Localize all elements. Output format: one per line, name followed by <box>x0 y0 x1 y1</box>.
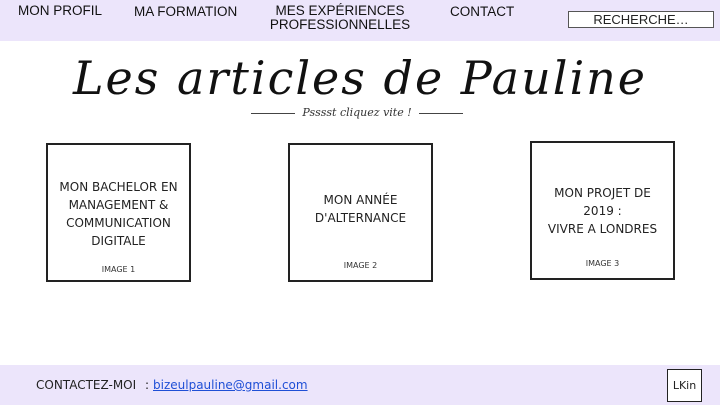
contact-label: CONTACTEZ-MOI <box>36 378 137 392</box>
article-card-title: MON BACHELOR EN MANAGEMENT & COMMUNICATI… <box>59 180 178 248</box>
article-card-bachelor[interactable]: MON BACHELOR EN MANAGEMENT & COMMUNICATI… <box>46 143 191 282</box>
nav-item-contact[interactable]: CONTACT <box>450 5 514 19</box>
subtitle-divider-right <box>419 113 463 114</box>
linkedin-icon[interactable]: LKin <box>667 369 702 402</box>
article-card-image-label: IMAGE 2 <box>343 261 378 270</box>
nav-item-profil[interactable]: MON PROFIL <box>18 4 102 18</box>
contact-email-link[interactable]: bizeulpauline@gmail.com <box>153 378 308 392</box>
footer-bar: CONTACTEZ-MOI : bizeulpauline@gmail.com … <box>0 365 720 405</box>
page-subtitle: Psssst cliquez vite ! <box>302 106 412 119</box>
article-card-title: MON ANNÉE D'ALTERNANCE <box>314 193 407 225</box>
header-bar: MON PROFIL MA FORMATION MES EXPÉRIENCES … <box>0 0 720 41</box>
search-input[interactable]: RECHERCHE… <box>568 11 714 28</box>
article-card-londres[interactable]: MON PROJET DE 2019 : VIVRE A LONDRES IMA… <box>530 141 675 280</box>
nav-item-experiences-label: MES EXPÉRIENCES PROFESSIONNELLES <box>269 3 411 32</box>
article-card-title: MON PROJET DE 2019 : VIVRE A LONDRES <box>547 186 658 236</box>
article-card-image-label: IMAGE 3 <box>585 259 620 268</box>
nav-item-formation[interactable]: MA FORMATION <box>134 5 237 19</box>
article-card-alternance[interactable]: MON ANNÉE D'ALTERNANCE IMAGE 2 <box>288 143 433 282</box>
contact-separator: : <box>145 378 150 392</box>
nav-item-experiences[interactable]: MES EXPÉRIENCES PROFESSIONNELLES <box>268 4 412 32</box>
subtitle-divider-left <box>251 113 295 114</box>
page-title: Les articles de Pauline <box>72 51 648 105</box>
article-card-image-label: IMAGE 1 <box>101 265 136 274</box>
